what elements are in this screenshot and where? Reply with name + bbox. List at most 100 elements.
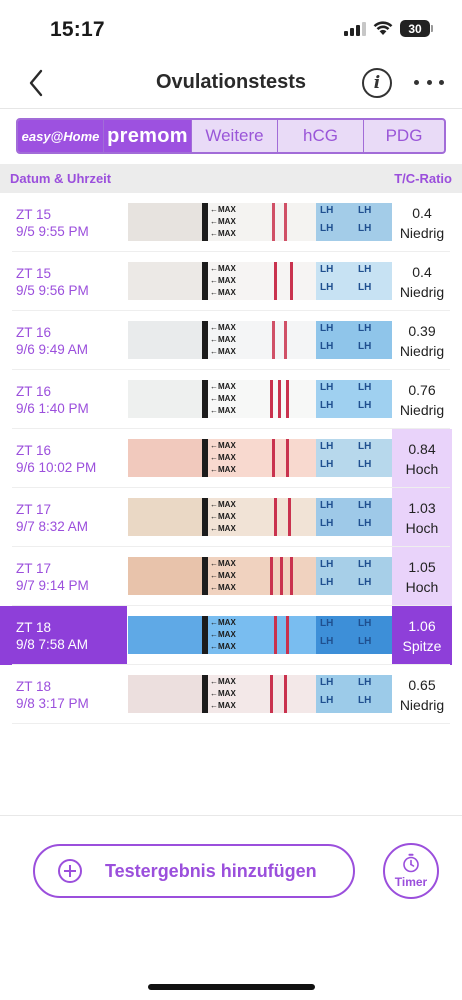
info-icon: i (373, 73, 381, 93)
ratio-cell: 1.06 Spitze (392, 606, 452, 665)
divider (0, 108, 462, 109)
ratio-cell: 0.84 Hoch (392, 429, 452, 488)
ratio-level: Niedrig (399, 696, 445, 713)
row-datetime: 9/7 8:32 AM (16, 519, 89, 534)
cycle-day: ZT 16 (16, 384, 52, 399)
plus-circle-icon (58, 859, 82, 883)
ratio-cell: 0.4 Niedrig (392, 252, 452, 311)
row-date: ZT 16 9/6 9:49 AM (0, 311, 127, 370)
cellular-signal-icon (344, 21, 366, 36)
strip-test-line (286, 439, 289, 477)
battery-icon: 30 (400, 20, 433, 37)
row-datetime: 9/6 1:40 PM (16, 401, 89, 416)
strip-lh-label: LH LH LH LH (316, 557, 392, 595)
row-datetime: 9/6 9:49 AM (16, 342, 89, 357)
test-strip-image: ←MAX ←MAX ←MAX LH LH LH LH (128, 439, 392, 477)
test-strip-image: ←MAX ←MAX ←MAX LH LH LH LH (128, 203, 392, 241)
strip-test-line (288, 498, 291, 536)
cycle-day: ZT 15 (16, 207, 52, 222)
tab-weitere[interactable]: Weitere (192, 120, 278, 152)
status-time: 15:17 (50, 18, 105, 41)
strip-max-label: ←MAX ←MAX ←MAX (210, 205, 236, 238)
strip-lh-label: LH LH LH LH (316, 380, 392, 418)
table-row[interactable]: ZT 17 9/7 9:14 PM ←MAX ←MAX ←MAX LH LH LH LH 1.… (0, 547, 462, 606)
strip-test-line (270, 380, 273, 418)
tab-easyhome[interactable]: easy@Home (18, 120, 104, 152)
add-test-result-button[interactable]: Testergebnis hinzufügen (33, 844, 355, 898)
info-button[interactable]: i (362, 68, 392, 98)
row-datetime: 9/5 9:55 PM (16, 224, 89, 239)
column-header-ratio: T/C-Ratio (394, 171, 452, 186)
strip-handle (128, 616, 204, 654)
strip-lh-label: LH LH LH LH (316, 439, 392, 477)
tab-hcg[interactable]: hCG (278, 120, 364, 152)
table-row[interactable]: ZT 17 9/7 8:32 AM ←MAX ←MAX ←MAX LH LH LH LH 1.… (0, 488, 462, 547)
ratio-value: 0.65 (408, 676, 436, 693)
strip-handle (128, 675, 204, 713)
strip-handle (128, 380, 204, 418)
ratio-cell: 0.76 Niedrig (392, 370, 452, 429)
table-row[interactable]: ZT 18 9/8 3:17 PM ←MAX ←MAX ←MAX LH LH LH LH 0.… (0, 665, 462, 724)
strip-test-line (286, 380, 289, 418)
strip-test-line (270, 675, 273, 713)
ratio-value: 0.4 (412, 204, 432, 221)
strip-handle (128, 203, 204, 241)
strip-test-line (284, 321, 287, 359)
test-strip-image: ←MAX ←MAX ←MAX LH LH LH LH (128, 380, 392, 418)
more-options-button[interactable] (414, 72, 444, 92)
table-row[interactable]: ZT 16 9/6 9:49 AM ←MAX ←MAX ←MAX LH LH LH LH 0.… (0, 311, 462, 370)
strip-test-line (284, 203, 287, 241)
strip-test-line (280, 557, 283, 595)
stopwatch-icon (403, 853, 419, 873)
ratio-level: Hoch (405, 578, 439, 595)
strip-max-label: ←MAX ←MAX ←MAX (210, 382, 236, 415)
strip-test-line (274, 616, 277, 654)
strip-max-label: ←MAX ←MAX ←MAX (210, 677, 236, 710)
test-list: ZT 15 9/5 9:55 PM ←MAX ←MAX ←MAX LH LH LH LH 0.… (0, 193, 462, 724)
test-strip-image: ←MAX ←MAX ←MAX LH LH LH LH (128, 321, 392, 359)
ratio-level: Niedrig (399, 283, 445, 300)
ratio-level: Niedrig (399, 224, 445, 241)
row-date: ZT 16 9/6 1:40 PM (0, 370, 127, 429)
cycle-day: ZT 15 (16, 266, 52, 281)
add-test-result-label: Testergebnis hinzufügen (105, 861, 317, 881)
row-datetime: 9/8 7:58 AM (16, 637, 89, 652)
row-date: ZT 16 9/6 10:02 PM (0, 429, 127, 488)
strip-max-label: ←MAX ←MAX ←MAX (210, 500, 236, 533)
page-title: Ovulationstests (155, 71, 307, 93)
strip-max-label: ←MAX ←MAX ←MAX (210, 559, 236, 592)
row-date: ZT 15 9/5 9:56 PM (0, 252, 127, 311)
ratio-level: Hoch (405, 460, 439, 477)
table-row[interactable]: ZT 15 9/5 9:55 PM ←MAX ←MAX ←MAX LH LH LH LH 0.… (0, 193, 462, 252)
ratio-value: 1.06 (408, 617, 436, 634)
cycle-day: ZT 17 (16, 561, 52, 576)
strip-lh-label: LH LH LH LH (316, 498, 392, 536)
test-strip-image: ←MAX ←MAX ←MAX LH LH LH LH (128, 557, 392, 595)
table-row[interactable]: ZT 16 9/6 10:02 PM ←MAX ←MAX ←MAX LH LH LH LH 0… (0, 429, 462, 488)
status-bar: 15:17 30 (0, 0, 462, 60)
nav-bar: Ovulationstests i (0, 60, 462, 108)
brand-tabs: easy@Home premom Weitere hCG PDG (16, 118, 446, 154)
column-header-date: Datum & Uhrzeit (10, 171, 112, 186)
strip-result-window (264, 616, 316, 654)
ratio-value: 0.39 (408, 322, 436, 339)
strip-lh-label: LH LH LH LH (316, 262, 392, 300)
home-indicator (148, 984, 315, 990)
table-row[interactable]: ZT 18 9/8 7:58 AM ←MAX ←MAX ←MAX LH LH LH LH 1.… (0, 606, 462, 665)
tab-pdg[interactable]: PDG (364, 120, 444, 152)
ratio-value: 0.84 (408, 440, 436, 457)
ratio-level: Niedrig (399, 401, 445, 418)
timer-button[interactable]: Timer (383, 843, 439, 899)
strip-handle (128, 498, 204, 536)
timer-label: Timer (394, 875, 428, 889)
table-row[interactable]: ZT 15 9/5 9:56 PM ←MAX ←MAX ←MAX LH LH LH LH 0.… (0, 252, 462, 311)
strip-lh-label: LH LH LH LH (316, 203, 392, 241)
strip-test-line (274, 498, 277, 536)
strip-test-line (290, 262, 293, 300)
test-strip-image: ←MAX ←MAX ←MAX LH LH LH LH (128, 498, 392, 536)
table-row[interactable]: ZT 16 9/6 1:40 PM ←MAX ←MAX ←MAX LH LH LH LH 0.… (0, 370, 462, 429)
strip-lh-label: LH LH LH LH (316, 321, 392, 359)
tab-premom[interactable]: premom (104, 120, 192, 152)
strip-handle (128, 557, 204, 595)
row-date: ZT 17 9/7 9:14 PM (0, 547, 127, 606)
